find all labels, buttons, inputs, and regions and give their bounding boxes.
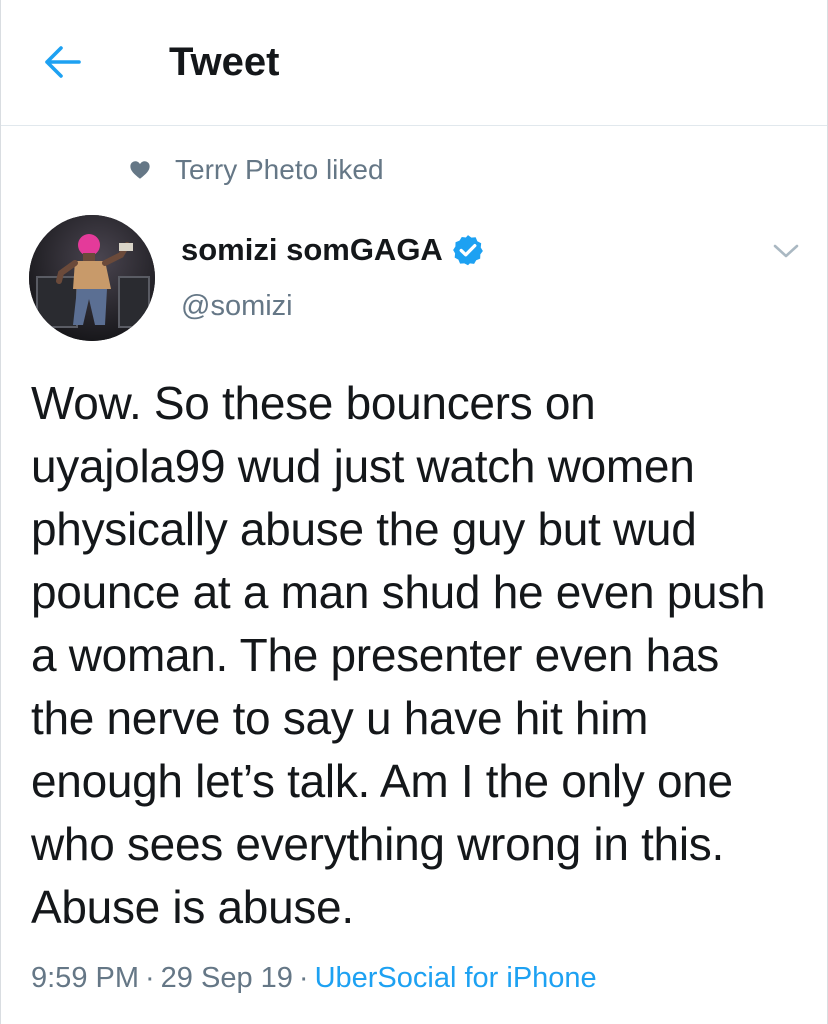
social-context-label: Terry Pheto liked [175, 154, 384, 185]
tweet-metadata: 9:59 PM · 29 Sep 19 · UberSocial for iPhone [31, 962, 597, 995]
page-title: Tweet [169, 40, 280, 84]
author-handle[interactable]: @somizi [181, 290, 293, 323]
verified-badge-icon [451, 233, 485, 267]
tweet-date: 29 Sep 19 [160, 962, 293, 994]
author-name: somizi somGAGA [181, 232, 443, 267]
chevron-down-icon [773, 244, 799, 258]
tweet-options-button[interactable] [769, 234, 803, 268]
author-name-row[interactable]: somizi somGAGA [181, 230, 485, 270]
separator: · [145, 962, 155, 994]
heart-icon [129, 159, 151, 181]
tweet-detail-screen: Tweet Terry Pheto liked somizi somGAGA @… [0, 0, 828, 1024]
avatar-image [29, 215, 155, 341]
tweet-text: Wow. So these bouncers on uyajola99 wud … [31, 377, 766, 933]
tweet-time: 9:59 PM [31, 962, 139, 994]
avatar[interactable] [29, 215, 155, 341]
social-context[interactable]: Terry Pheto liked [129, 152, 384, 188]
top-app-bar: Tweet [1, 0, 827, 126]
arrow-left-icon [45, 46, 81, 78]
back-button[interactable] [41, 40, 85, 84]
tweet-source-link[interactable]: UberSocial for iPhone [315, 962, 597, 994]
separator: · [298, 962, 309, 994]
